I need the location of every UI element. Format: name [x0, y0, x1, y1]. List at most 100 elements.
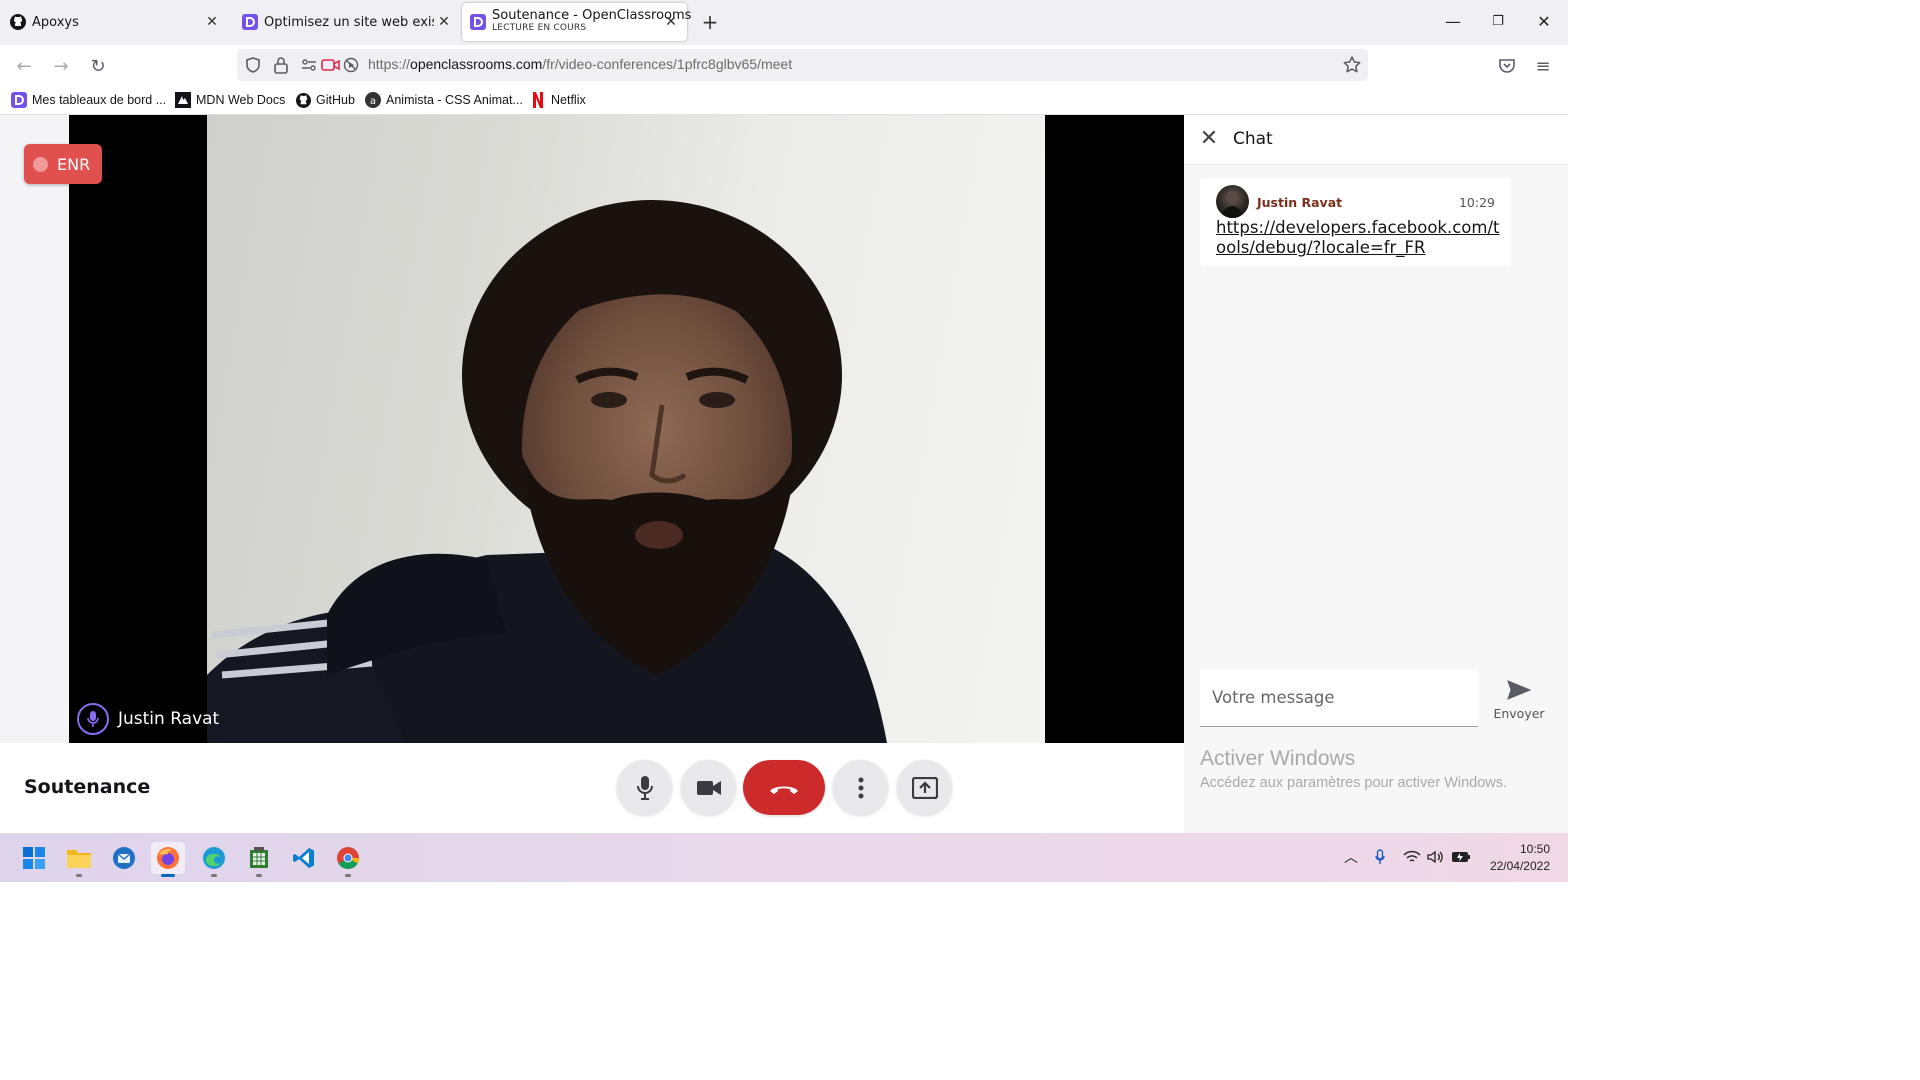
vscode-icon[interactable] [287, 842, 321, 874]
file-explorer-icon[interactable] [62, 842, 96, 877]
microphone-button[interactable] [617, 760, 672, 815]
windows-activation-watermark: Activer Windows Accédez aux paramètres p… [1200, 747, 1507, 791]
permissions-icon[interactable] [301, 57, 317, 77]
recording-badge: ENR [24, 144, 102, 184]
tab-title: Apoxys [32, 14, 79, 30]
url-host: openclassrooms.com [410, 56, 543, 72]
pocket-icon[interactable] [1495, 54, 1519, 78]
tab-title: Optimisez un site web existant - [264, 14, 434, 30]
github-icon [10, 14, 26, 30]
tab-optimisez[interactable]: Optimisez un site web existant - ✕ [232, 3, 460, 41]
hangup-icon [770, 786, 798, 794]
message-link[interactable]: https://developers.facebook.com/tools/de… [1216, 218, 1506, 258]
lock-icon[interactable] [273, 56, 289, 78]
back-icon[interactable]: ← [12, 54, 36, 78]
menu-icon[interactable]: ≡ [1531, 54, 1555, 78]
meeting-page: Justin Ravat ENR Soutenance ✕ Chat Justi… [0, 115, 1568, 833]
windows-start-icon[interactable] [17, 842, 51, 874]
bookmark-github[interactable]: GitHub [295, 92, 355, 108]
bookmark-netflix[interactable]: Netflix [530, 92, 586, 108]
chat-header: ✕ Chat [1184, 115, 1568, 165]
url-path: /fr/video-conferences/1pfrc8glbv65/meet [542, 56, 793, 72]
bookmark-animista[interactable]: a Animista - CSS Animat... [365, 92, 523, 108]
volume-icon[interactable] [1426, 847, 1446, 867]
bookmark-dashboard[interactable]: Mes tableaux de bord ... [11, 92, 166, 108]
microphone-in-use-icon[interactable] [1370, 847, 1390, 867]
chevron-up-icon[interactable]: ︿ [1341, 847, 1361, 867]
watermark-title: Activer Windows [1200, 747, 1356, 770]
participant-video-image [207, 200, 887, 743]
participant-video[interactable] [207, 115, 1045, 743]
url-text[interactable]: https://openclassrooms.com/fr/video-conf… [368, 56, 792, 72]
bookmark-label: Netflix [551, 93, 586, 107]
chrome-icon[interactable] [331, 842, 365, 877]
animista-icon: a [365, 92, 381, 108]
more-options-button[interactable] [833, 760, 888, 815]
autoplay-blocked-icon[interactable] [343, 57, 359, 77]
netflix-icon [530, 92, 546, 108]
close-tab-icon[interactable]: ✕ [436, 14, 452, 30]
tab-strip: Apoxys ✕ Optimisez un site web existant … [0, 0, 1568, 45]
microphone-icon [636, 775, 653, 800]
close-tab-icon[interactable]: ✕ [204, 14, 220, 30]
left-margin [0, 115, 69, 743]
camera-sharing-icon[interactable] [321, 57, 341, 77]
minimize-icon[interactable]: — [1438, 8, 1468, 36]
bookmarks-toolbar: Mes tableaux de bord ... MDN Web Docs Gi… [0, 87, 1568, 115]
close-window-icon[interactable]: ✕ [1529, 8, 1559, 36]
tab-audio-status: LECTURE EN COURS [492, 23, 587, 33]
restore-icon[interactable]: ❐ [1483, 8, 1513, 36]
hangup-button[interactable] [743, 760, 825, 815]
message-author: Justin Ravat [1257, 195, 1343, 210]
running-indicator [345, 874, 351, 877]
bookmark-label: Animista - CSS Animat... [386, 93, 523, 107]
mdn-icon [175, 92, 191, 108]
navigation-bar: ← → ↻ https://openclassrooms.com/fr/vide… [0, 45, 1568, 87]
url-bar[interactable]: https://openclassrooms.com/fr/video-conf… [237, 49, 1368, 81]
forward-icon[interactable]: → [49, 54, 73, 78]
send-icon [1507, 680, 1532, 700]
clock-time: 10:50 [1519, 842, 1550, 856]
message-time: 10:29 [1458, 195, 1495, 210]
tab-apoxys[interactable]: Apoxys ✕ [0, 3, 228, 41]
firefox-icon[interactable] [151, 842, 185, 877]
svg-text:a: a [370, 96, 376, 107]
chat-title: Chat [1233, 129, 1273, 149]
battery-charging-icon[interactable] [1451, 847, 1471, 867]
url-scheme: https:// [368, 56, 411, 72]
active-indicator [161, 874, 175, 877]
message-input[interactable] [1200, 669, 1478, 727]
participant-name-tag: Justin Ravat [77, 703, 219, 735]
thunderbird-icon[interactable] [107, 842, 141, 874]
running-indicator [76, 874, 82, 877]
tracking-shield-icon[interactable] [244, 56, 262, 78]
bookmark-star-icon[interactable] [1342, 55, 1362, 79]
share-screen-icon [911, 776, 938, 799]
watermark-subtitle: Accédez aux paramètres pour activer Wind… [1200, 775, 1508, 791]
close-tab-icon[interactable]: ✕ [663, 14, 679, 30]
recording-dot-icon [33, 156, 48, 172]
edge-icon[interactable] [197, 842, 231, 877]
wifi-icon[interactable] [1402, 847, 1422, 867]
xampp-icon[interactable] [242, 842, 276, 877]
reload-icon[interactable]: ↻ [86, 54, 110, 78]
meeting-title: Soutenance [24, 776, 151, 798]
bookmark-label: GitHub [316, 93, 355, 107]
bookmark-label: Mes tableaux de bord ... [32, 93, 167, 107]
openclassrooms-icon [242, 14, 258, 30]
clock-date: 22/04/2022 [1489, 859, 1550, 873]
github-icon [295, 92, 311, 108]
bookmark-mdn[interactable]: MDN Web Docs [175, 92, 285, 108]
close-chat-icon[interactable]: ✕ [1198, 128, 1220, 150]
more-vertical-icon [858, 777, 863, 798]
openclassrooms-icon [11, 92, 27, 108]
running-indicator [256, 874, 262, 877]
share-screen-button[interactable] [897, 760, 952, 815]
running-indicator [211, 874, 217, 877]
camera-button[interactable] [681, 760, 736, 815]
system-clock[interactable]: 10:50 22/04/2022 [1490, 841, 1550, 875]
send-button[interactable]: Envoyer [1489, 680, 1549, 724]
recording-label: ENR [57, 154, 91, 174]
tab-soutenance[interactable]: Soutenance - OpenClassrooms LECTURE EN C… [462, 3, 691, 41]
new-tab-button[interactable]: + [700, 10, 720, 34]
